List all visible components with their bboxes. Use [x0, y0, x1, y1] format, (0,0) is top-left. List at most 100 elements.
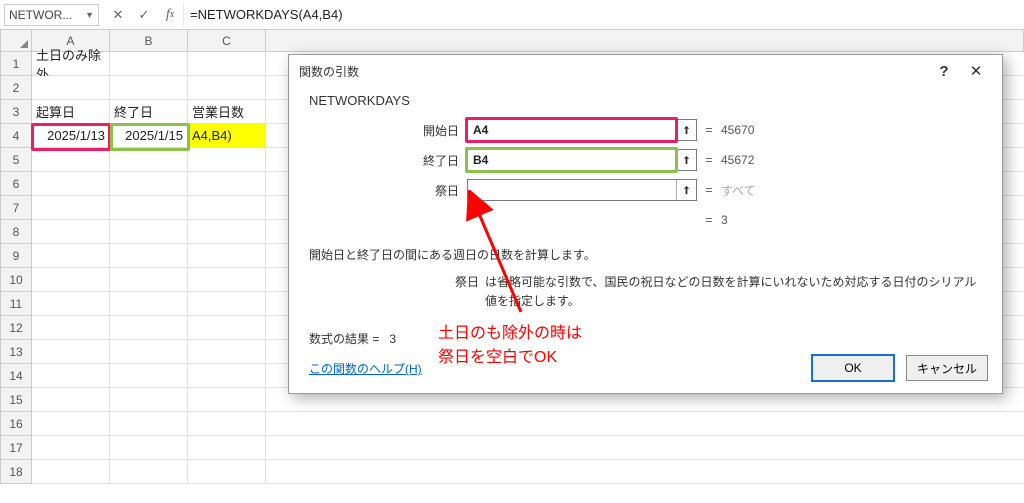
- row-header-9[interactable]: 9: [0, 244, 32, 268]
- cell-B8[interactable]: [110, 220, 188, 244]
- cell-C4[interactable]: A4,B4): [188, 124, 266, 148]
- arg-input-0[interactable]: [468, 120, 676, 140]
- arg-label-0: 開始日: [307, 122, 467, 139]
- cell-A6[interactable]: [32, 172, 110, 196]
- row-header-2[interactable]: 2: [0, 76, 32, 100]
- arg-input-1[interactable]: [468, 150, 676, 170]
- cell-A13[interactable]: [32, 340, 110, 364]
- cell-A2[interactable]: [32, 76, 110, 100]
- cell-A10[interactable]: [32, 268, 110, 292]
- name-box[interactable]: NETWOR... ▼: [4, 4, 99, 26]
- cell-B11[interactable]: [110, 292, 188, 316]
- collapse-dialog-icon[interactable]: [676, 120, 696, 140]
- cell-A11[interactable]: [32, 292, 110, 316]
- cell-A18[interactable]: [32, 460, 110, 484]
- row-header-5[interactable]: 5: [0, 148, 32, 172]
- row-header-10[interactable]: 10: [0, 268, 32, 292]
- cell-A16[interactable]: [32, 412, 110, 436]
- select-all-corner[interactable]: [0, 30, 32, 52]
- function-help-link[interactable]: この関数のヘルプ(H): [309, 360, 422, 377]
- cell-B4[interactable]: 2025/1/15: [110, 124, 188, 148]
- formula-input[interactable]: =NETWORKDAYS(A4,B4): [183, 4, 1024, 26]
- col-header-C[interactable]: C: [188, 30, 266, 52]
- cell-A8[interactable]: [32, 220, 110, 244]
- dialog-close-button[interactable]: ✕: [960, 56, 992, 86]
- cell-B3[interactable]: 終了日: [110, 100, 188, 124]
- cell-B17[interactable]: [110, 436, 188, 460]
- row-header-6[interactable]: 6: [0, 172, 32, 196]
- cell-A5[interactable]: [32, 148, 110, 172]
- cell-B15[interactable]: [110, 388, 188, 412]
- cell-B9[interactable]: [110, 244, 188, 268]
- cell-B2[interactable]: [110, 76, 188, 100]
- row-header-14[interactable]: 14: [0, 364, 32, 388]
- cell-A9[interactable]: [32, 244, 110, 268]
- cell-C13[interactable]: [188, 340, 266, 364]
- col-headers-rest: [266, 30, 1024, 52]
- dialog-help-button[interactable]: ?: [928, 56, 960, 86]
- formula-result: 数式の結果 = 3: [309, 330, 396, 347]
- cell-B16[interactable]: [110, 412, 188, 436]
- cell-B1[interactable]: [110, 52, 188, 76]
- cell-C5[interactable]: [188, 148, 266, 172]
- cell-C8[interactable]: [188, 220, 266, 244]
- cell-A7[interactable]: [32, 196, 110, 220]
- col-header-B[interactable]: B: [110, 30, 188, 52]
- cell-C6[interactable]: [188, 172, 266, 196]
- ok-button[interactable]: OK: [812, 355, 894, 381]
- cell-C9[interactable]: [188, 244, 266, 268]
- row-header-16[interactable]: 16: [0, 412, 32, 436]
- cell-B10[interactable]: [110, 268, 188, 292]
- cell-A17[interactable]: [32, 436, 110, 460]
- cell-B5[interactable]: [110, 148, 188, 172]
- cell-A4[interactable]: 2025/1/13: [32, 124, 110, 148]
- dialog-title: 関数の引数: [299, 63, 359, 80]
- cancel-button[interactable]: キャンセル: [906, 355, 988, 381]
- row-header-1[interactable]: 1: [0, 52, 32, 76]
- cell-C17[interactable]: [188, 436, 266, 460]
- cell-C12[interactable]: [188, 316, 266, 340]
- row-header-15[interactable]: 15: [0, 388, 32, 412]
- row-header-11[interactable]: 11: [0, 292, 32, 316]
- cell-C16[interactable]: [188, 412, 266, 436]
- cell-C18[interactable]: [188, 460, 266, 484]
- row-header-17[interactable]: 17: [0, 436, 32, 460]
- insert-function-button[interactable]: fx: [157, 4, 183, 26]
- cell-B6[interactable]: [110, 172, 188, 196]
- row-header-3[interactable]: 3: [0, 100, 32, 124]
- collapse-dialog-icon[interactable]: [676, 150, 696, 170]
- row-header-4[interactable]: 4: [0, 124, 32, 148]
- cell-C7[interactable]: [188, 196, 266, 220]
- cell-B7[interactable]: [110, 196, 188, 220]
- name-box-dropdown-icon[interactable]: ▼: [85, 10, 94, 20]
- cell-B18[interactable]: [110, 460, 188, 484]
- cell-B14[interactable]: [110, 364, 188, 388]
- cell-C2[interactable]: [188, 76, 266, 100]
- row-header-8[interactable]: 8: [0, 220, 32, 244]
- row-header-13[interactable]: 13: [0, 340, 32, 364]
- arg-label-1: 終了日: [307, 152, 467, 169]
- cell-C10[interactable]: [188, 268, 266, 292]
- cell-B13[interactable]: [110, 340, 188, 364]
- calc-equals: =: [697, 213, 721, 227]
- cell-C14[interactable]: [188, 364, 266, 388]
- row-header-12[interactable]: 12: [0, 316, 32, 340]
- cell-A3[interactable]: 起算日: [32, 100, 110, 124]
- cell-A15[interactable]: [32, 388, 110, 412]
- enter-formula-button[interactable]: ✓: [131, 4, 157, 26]
- arg-result-0: 45670: [721, 123, 754, 137]
- cell-C3[interactable]: 営業日数: [188, 100, 266, 124]
- row-header-18[interactable]: 18: [0, 460, 32, 484]
- cell-A1[interactable]: 土日のみ除外: [32, 52, 110, 76]
- cell-C11[interactable]: [188, 292, 266, 316]
- cell-C1[interactable]: [188, 52, 266, 76]
- cell-C15[interactable]: [188, 388, 266, 412]
- dialog-titlebar[interactable]: 関数の引数 ? ✕: [289, 55, 1002, 87]
- row-header-7[interactable]: 7: [0, 196, 32, 220]
- cancel-formula-button[interactable]: ✕: [105, 4, 131, 26]
- collapse-dialog-icon[interactable]: [676, 180, 696, 200]
- cell-A14[interactable]: [32, 364, 110, 388]
- arg-input-2[interactable]: [468, 180, 676, 200]
- cell-A12[interactable]: [32, 316, 110, 340]
- cell-B12[interactable]: [110, 316, 188, 340]
